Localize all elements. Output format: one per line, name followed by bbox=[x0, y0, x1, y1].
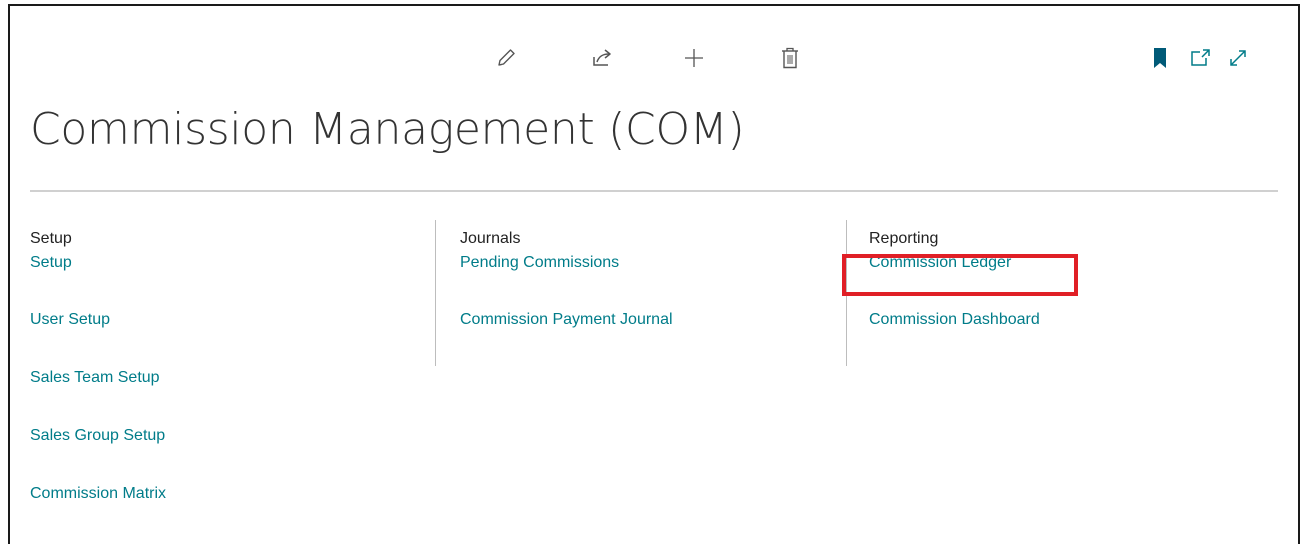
column-separator bbox=[435, 220, 436, 366]
group-title-setup: Setup bbox=[30, 230, 72, 247]
add-icon[interactable] bbox=[678, 42, 710, 74]
link-commission-payment-journal[interactable]: Commission Payment Journal bbox=[460, 309, 673, 331]
page-title: Commission Management (COM) bbox=[30, 104, 745, 155]
link-commission-matrix[interactable]: Commission Matrix bbox=[30, 483, 166, 505]
link-pending-commissions[interactable]: Pending Commissions bbox=[460, 252, 673, 274]
page-frame: Commission Management (COM) Setup Setup … bbox=[8, 4, 1300, 544]
group-title-journals: Journals bbox=[460, 230, 521, 247]
title-divider bbox=[30, 190, 1278, 192]
expand-icon[interactable] bbox=[1222, 42, 1254, 74]
link-sales-group-setup[interactable]: Sales Group Setup bbox=[30, 425, 166, 447]
group-journals: Journals Pending Commissions Commission … bbox=[460, 228, 673, 331]
link-user-setup[interactable]: User Setup bbox=[30, 309, 166, 331]
link-commission-dashboard[interactable]: Commission Dashboard bbox=[869, 309, 1040, 331]
delete-icon[interactable] bbox=[774, 42, 806, 74]
link-sales-team-setup[interactable]: Sales Team Setup bbox=[30, 367, 166, 389]
share-icon[interactable] bbox=[586, 42, 618, 74]
edit-icon[interactable] bbox=[490, 42, 522, 74]
highlight-box bbox=[842, 254, 1078, 296]
action-bar bbox=[10, 42, 1298, 82]
group-title-reporting: Reporting bbox=[869, 230, 939, 247]
open-new-window-icon[interactable] bbox=[1184, 42, 1216, 74]
link-setup[interactable]: Setup bbox=[30, 252, 166, 274]
group-setup: Setup Setup User Setup Sales Team Setup … bbox=[30, 228, 166, 505]
bookmark-icon[interactable] bbox=[1144, 42, 1176, 74]
